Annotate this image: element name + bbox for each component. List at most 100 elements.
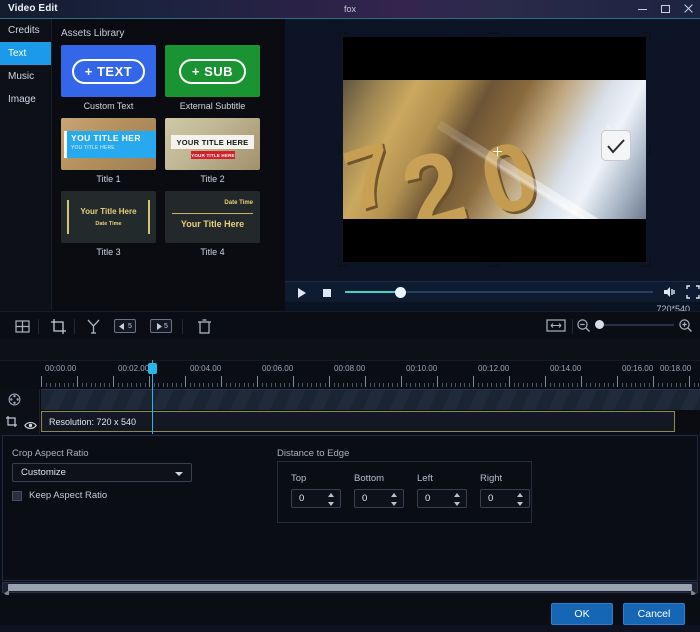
minimize-icon[interactable]	[637, 3, 648, 14]
ruler-minor-tick	[325, 383, 326, 387]
custom-text-thumbnail[interactable]: + TEXT	[61, 45, 156, 97]
edge-right-spinner[interactable]: Right 0	[480, 473, 530, 508]
crop-handle-bottom-left[interactable]	[338, 256, 349, 267]
zoom-slider-knob[interactable]	[595, 320, 604, 329]
edge-top-stepper[interactable]	[328, 493, 335, 506]
film-reel-icon[interactable]	[8, 393, 21, 411]
ruler-minor-tick	[478, 383, 479, 387]
ruler-minor-tick	[370, 383, 371, 387]
assets-row: + TEXT Custom Text + SUB External Subtit…	[61, 45, 276, 113]
asset-title-3[interactable]: Your Title Here Date Time Title 3	[61, 191, 156, 259]
crop-handle-middle-left[interactable]	[338, 144, 340, 155]
external-subtitle-thumbnail[interactable]: + SUB	[165, 45, 260, 97]
cancel-button[interactable]: Cancel	[623, 603, 685, 625]
track-video[interactable]	[41, 389, 700, 410]
crop-aspect-ratio-value: Customize	[21, 467, 66, 478]
ruler-minor-tick	[406, 383, 407, 387]
sidebar-item-music[interactable]: Music	[0, 65, 51, 88]
forward-5-icon[interactable]: 5	[150, 319, 172, 333]
timeline-ruler[interactable]: 00:00.00 00:02.00 00:04.00 00:06.00 00:0…	[0, 360, 700, 389]
ruler-minor-tick	[338, 383, 339, 387]
crop-stage[interactable]: 7 2 0	[338, 32, 651, 267]
track-crop[interactable]: Resolution: 720 x 540	[41, 410, 700, 434]
sidebar-item-text[interactable]: Text	[0, 42, 51, 65]
ruler-minor-tick	[176, 383, 177, 387]
crop-track-icon[interactable]	[5, 415, 18, 433]
title-4-thumbnail[interactable]: Date Time Your Title Here	[165, 191, 260, 243]
ok-button[interactable]: OK	[551, 603, 613, 625]
edge-bottom-field[interactable]: 0	[354, 489, 404, 508]
crop-handle-bottom-right[interactable]	[640, 256, 651, 267]
playhead[interactable]	[148, 360, 157, 434]
ruler-minor-tick	[361, 383, 362, 387]
sidebar-item-credits[interactable]: Credits	[0, 19, 51, 42]
edge-top-spinner[interactable]: Top 0	[291, 473, 341, 508]
keep-aspect-ratio-checkbox[interactable]	[12, 490, 22, 501]
edge-top-field[interactable]: 0	[291, 489, 341, 508]
edge-bottom-spinner[interactable]: Bottom 0	[354, 473, 404, 508]
edge-left-stepper[interactable]	[454, 493, 461, 506]
keep-aspect-ratio-row[interactable]: Keep Aspect Ratio	[12, 490, 107, 501]
video-clip[interactable]	[41, 389, 700, 410]
crop-aspect-ratio-select[interactable]: Customize	[12, 463, 192, 482]
ruler-minor-tick	[136, 383, 137, 387]
add-text-button[interactable]: + TEXT	[71, 58, 146, 84]
rewind-5-icon[interactable]: 5	[114, 319, 136, 333]
effects-icon[interactable]	[85, 318, 102, 335]
play-button[interactable]	[293, 284, 310, 301]
zoom-out-icon[interactable]	[576, 318, 591, 335]
asset-custom-text[interactable]: + TEXT Custom Text	[61, 45, 156, 113]
volume-icon[interactable]	[662, 285, 676, 299]
edge-left-spinner[interactable]: Left 0	[417, 473, 467, 508]
zoom-in-icon[interactable]	[678, 318, 693, 335]
edge-right-field[interactable]: 0	[480, 489, 530, 508]
fullscreen-icon[interactable]	[686, 285, 700, 299]
ruler-minor-tick	[320, 383, 321, 387]
crop-handle-top-center[interactable]	[489, 32, 500, 34]
ruler-minor-tick	[482, 383, 483, 387]
title-2-thumbnail[interactable]: YOUR TITLE HERE YOUR TITLE HERE	[165, 118, 260, 170]
ruler-minor-tick	[343, 383, 344, 387]
crop-handle-middle-right[interactable]	[649, 144, 651, 155]
asset-title-1[interactable]: YOU TITLE HER YOU TITLE HERE Title 1	[61, 118, 156, 186]
asset-title-2[interactable]: YOUR TITLE HERE YOUR TITLE HERE Title 2	[165, 118, 260, 186]
edge-bottom-stepper[interactable]	[391, 493, 398, 506]
playhead-handle[interactable]	[148, 363, 157, 374]
add-sub-button[interactable]: + SUB	[178, 58, 247, 84]
ruler-minor-tick	[613, 383, 614, 387]
scrollbar-thumb[interactable]	[8, 584, 692, 591]
split-clip-icon[interactable]	[14, 318, 31, 335]
edge-left-field[interactable]: 0	[417, 489, 467, 508]
asset-title-4[interactable]: Date Time Your Title Here Title 4	[165, 191, 260, 259]
close-icon[interactable]	[683, 3, 694, 14]
ruler-tick-label: 00:08.00	[334, 364, 366, 373]
crop-handle-bottom-center[interactable]	[489, 265, 500, 267]
stop-button[interactable]	[318, 284, 335, 301]
keep-aspect-ratio-label[interactable]: Keep Aspect Ratio	[29, 490, 107, 501]
sidebar-item-image[interactable]: Image	[0, 88, 51, 111]
edge-right-stepper[interactable]	[517, 493, 524, 506]
fit-to-window-icon[interactable]	[546, 318, 566, 335]
ruler-minor-tick	[95, 383, 96, 387]
title-3-line2: Date Time	[95, 221, 122, 227]
eye-visibility-icon[interactable]	[24, 417, 37, 435]
delete-icon[interactable]	[196, 318, 213, 335]
seek-slider[interactable]	[344, 285, 654, 299]
ruler-major-tick	[329, 376, 330, 387]
ruler-minor-tick	[415, 383, 416, 387]
maximize-icon[interactable]	[660, 3, 671, 14]
horizontal-scrollbar[interactable]	[2, 582, 698, 597]
crop-clip[interactable]: Resolution: 720 x 540	[41, 411, 675, 432]
ruler-minor-tick	[266, 383, 267, 387]
crop-handle-top-right[interactable]	[640, 32, 651, 43]
crop-handle-top-left[interactable]	[338, 32, 349, 43]
title-3-thumbnail[interactable]: Your Title Here Date Time	[61, 191, 156, 243]
title-1-thumbnail[interactable]: YOU TITLE HER YOU TITLE HERE	[61, 118, 156, 170]
zoom-slider[interactable]	[596, 324, 674, 326]
scroll-right-arrow-icon[interactable]	[690, 584, 696, 597]
video-preview[interactable]: 7 2 0	[343, 37, 646, 262]
title-3-line1: Your Title Here	[80, 207, 137, 216]
asset-external-subtitle[interactable]: + SUB External Subtitle	[165, 45, 260, 113]
crop-icon[interactable]	[50, 318, 67, 335]
seek-knob[interactable]	[394, 287, 406, 298]
